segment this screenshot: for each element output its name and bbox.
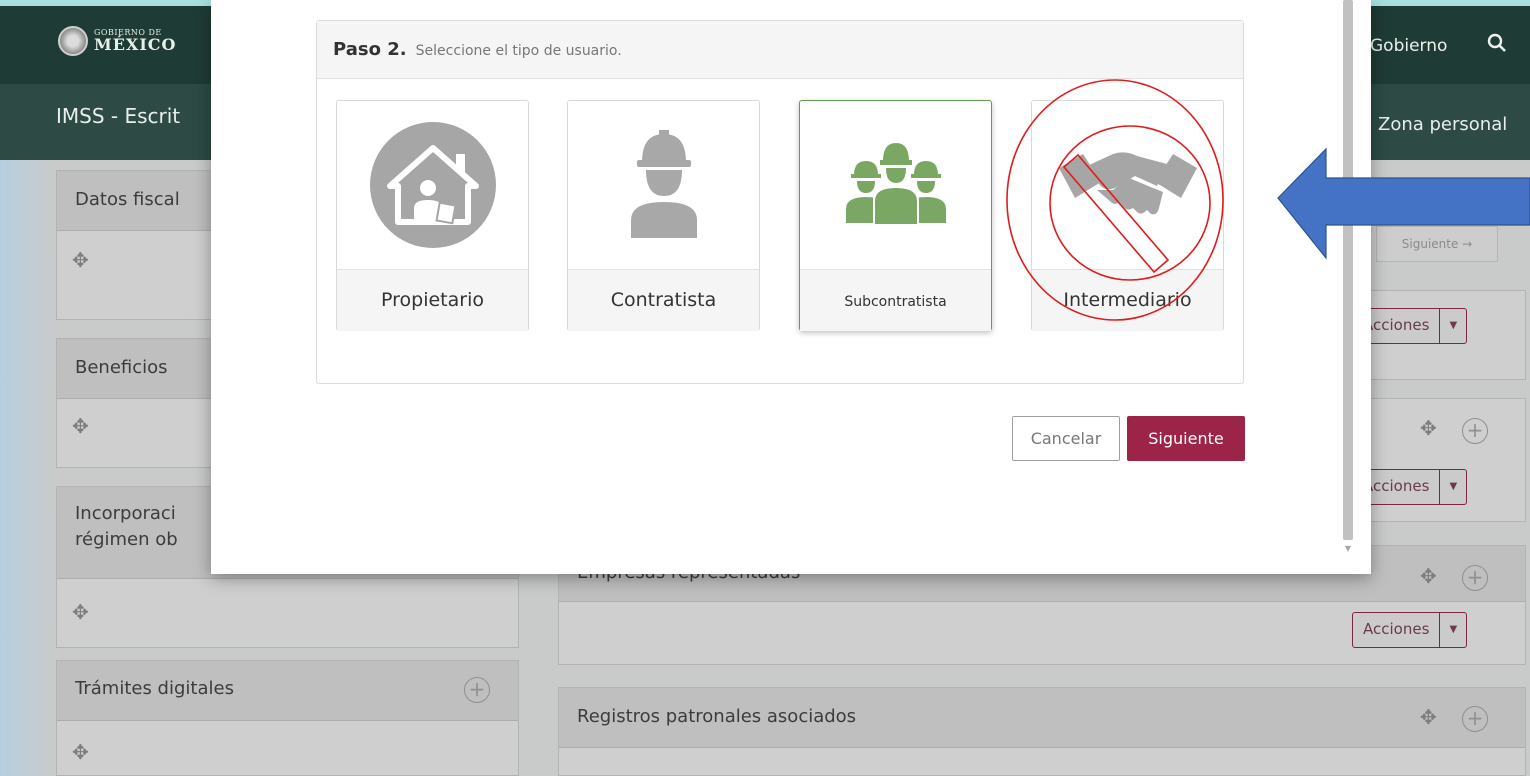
prohibited-sign-icon [1006,79,1224,321]
blue-arrow-icon [1277,147,1530,260]
annotation-overlay [1006,79,1530,321]
